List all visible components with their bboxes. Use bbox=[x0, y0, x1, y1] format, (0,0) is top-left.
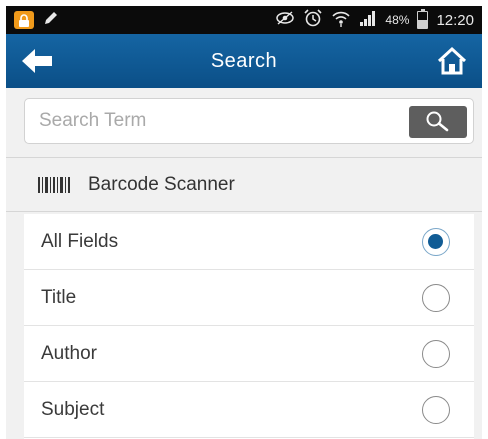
option-all-fields[interactable]: All Fields bbox=[24, 214, 474, 270]
option-label: Title bbox=[41, 286, 77, 308]
status-time: 12:20 bbox=[436, 11, 474, 29]
signal-icon bbox=[359, 10, 377, 31]
home-icon bbox=[437, 46, 467, 75]
page-title: Search bbox=[210, 49, 278, 72]
search-area bbox=[6, 88, 482, 158]
search-box bbox=[24, 98, 474, 144]
pencil-icon bbox=[42, 9, 60, 32]
lock-notification-icon bbox=[14, 11, 34, 29]
eye-icon bbox=[275, 10, 295, 30]
radio-button[interactable] bbox=[422, 228, 450, 256]
wifi-icon bbox=[331, 9, 351, 32]
option-author[interactable]: Author bbox=[24, 326, 474, 382]
option-label: Subject bbox=[41, 398, 105, 420]
barcode-scanner-button[interactable]: Barcode Scanner bbox=[6, 158, 482, 212]
barcode-scanner-label: Barcode Scanner bbox=[88, 173, 235, 195]
status-left bbox=[14, 9, 60, 32]
radio-selected-dot bbox=[428, 234, 443, 249]
status-right: 48% 12:20 bbox=[275, 8, 474, 33]
back-button[interactable] bbox=[20, 47, 54, 75]
phone-screen: 48% 12:20 Search Search Term Barcode Sca… bbox=[6, 6, 482, 439]
battery-percent: 48% bbox=[385, 13, 410, 27]
app-header: Search bbox=[6, 34, 482, 88]
option-label: Author bbox=[41, 342, 97, 364]
alarm-icon bbox=[303, 8, 323, 33]
battery-icon bbox=[417, 9, 429, 29]
option-title[interactable]: Title bbox=[24, 270, 474, 326]
magnifier-icon bbox=[426, 111, 449, 132]
status-bar: 48% 12:20 bbox=[6, 6, 482, 34]
radio-button[interactable] bbox=[422, 340, 450, 368]
radio-button[interactable] bbox=[422, 396, 450, 424]
search-input[interactable] bbox=[39, 107, 379, 135]
radio-button[interactable] bbox=[422, 284, 450, 312]
search-field-options: All Fields Title Author Subject bbox=[24, 214, 474, 439]
option-label: All Fields bbox=[41, 230, 119, 252]
option-subject[interactable]: Subject bbox=[24, 382, 474, 438]
search-button[interactable] bbox=[409, 106, 467, 138]
barcode-icon bbox=[38, 176, 70, 193]
arrow-left-icon bbox=[22, 49, 52, 73]
home-button[interactable] bbox=[436, 45, 468, 77]
